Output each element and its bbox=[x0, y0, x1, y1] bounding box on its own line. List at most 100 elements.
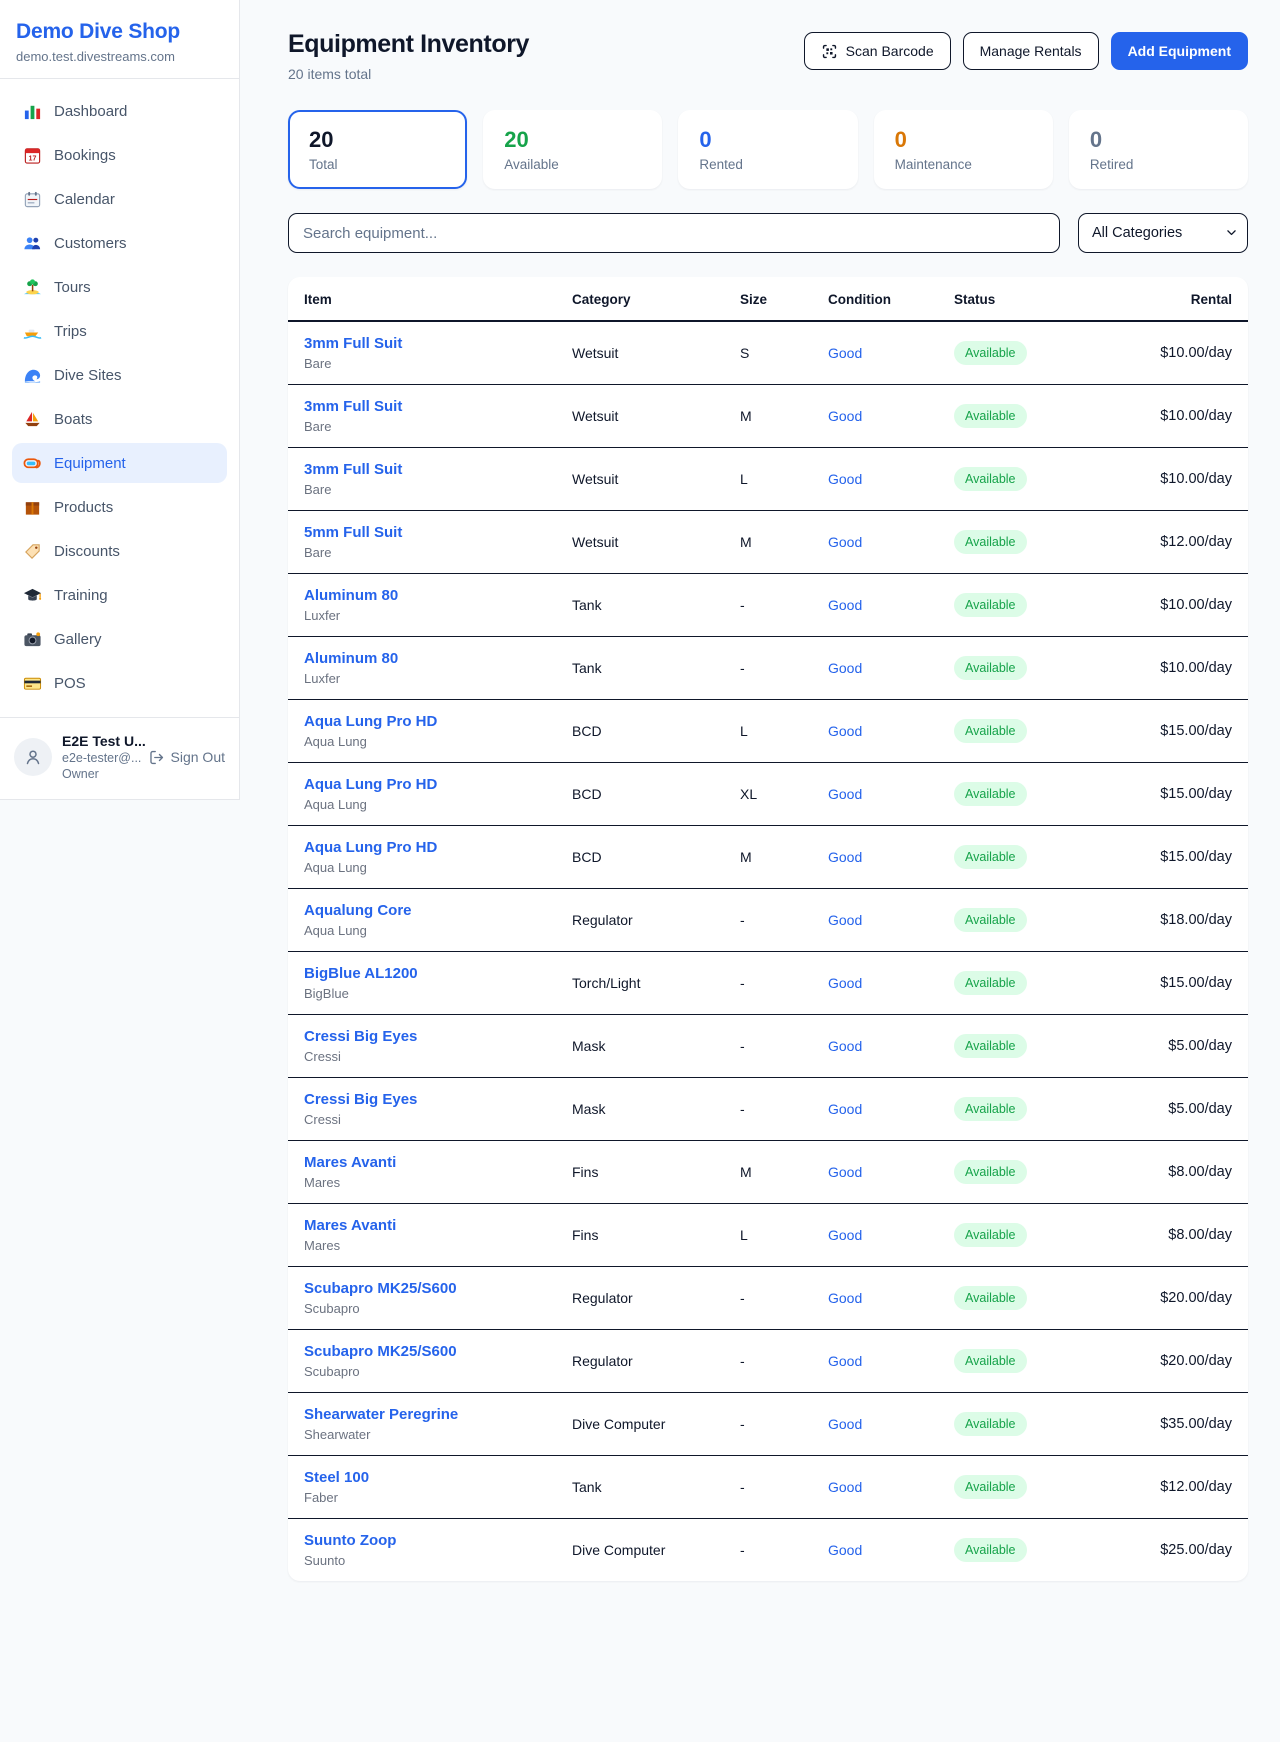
condition-link[interactable]: Good bbox=[828, 975, 862, 991]
sidebar-item-label: Dive Sites bbox=[54, 367, 122, 384]
sidebar-item-boats[interactable]: Boats bbox=[12, 399, 227, 439]
item-brand: Aqua Lung bbox=[304, 734, 540, 749]
table-row[interactable]: 5mm Full Suit Bare Wetsuit M Good Availa… bbox=[288, 511, 1248, 574]
item-name-link[interactable]: Aqua Lung Pro HD bbox=[304, 713, 540, 730]
table-row[interactable]: 3mm Full Suit Bare Wetsuit M Good Availa… bbox=[288, 385, 1248, 448]
item-name-link[interactable]: Aluminum 80 bbox=[304, 587, 540, 604]
sidebar-item-dashboard[interactable]: Dashboard bbox=[12, 91, 227, 131]
item-name-link[interactable]: 3mm Full Suit bbox=[304, 335, 540, 352]
condition-link[interactable]: Good bbox=[828, 1290, 862, 1306]
table-row[interactable]: Scubapro MK25/S600 Scubapro Regulator - … bbox=[288, 1267, 1248, 1330]
table-row[interactable]: Aqua Lung Pro HD Aqua Lung BCD M Good Av… bbox=[288, 826, 1248, 889]
stat-card-available[interactable]: 20 Available bbox=[483, 110, 662, 189]
sidebar-item-training[interactable]: Training bbox=[12, 575, 227, 615]
stat-card-total[interactable]: 20 Total bbox=[288, 110, 467, 189]
item-size: - bbox=[724, 1519, 812, 1582]
category-select[interactable]: All Categories bbox=[1078, 213, 1248, 253]
table-row[interactable]: BigBlue AL1200 BigBlue Torch/Light - Goo… bbox=[288, 952, 1248, 1015]
sidebar-item-calendar[interactable]: Calendar bbox=[12, 179, 227, 219]
condition-link[interactable]: Good bbox=[828, 849, 862, 865]
item-rental: $5.00/day bbox=[1106, 1078, 1248, 1141]
stat-card-maintenance[interactable]: 0 Maintenance bbox=[874, 110, 1053, 189]
table-row[interactable]: Cressi Big Eyes Cressi Mask - Good Avail… bbox=[288, 1015, 1248, 1078]
item-rental: $10.00/day bbox=[1106, 637, 1248, 700]
condition-link[interactable]: Good bbox=[828, 1164, 862, 1180]
status-badge: Available bbox=[954, 908, 1027, 932]
table-row[interactable]: Suunto Zoop Suunto Dive Computer - Good … bbox=[288, 1519, 1248, 1582]
item-name-link[interactable]: Shearwater Peregrine bbox=[304, 1406, 540, 1423]
status-badge: Available bbox=[954, 404, 1027, 428]
item-name-link[interactable]: Suunto Zoop bbox=[304, 1532, 540, 1549]
item-name-link[interactable]: Mares Avanti bbox=[304, 1154, 540, 1171]
sidebar-item-trips[interactable]: Trips bbox=[12, 311, 227, 351]
table-row[interactable]: Aluminum 80 Luxfer Tank - Good Available… bbox=[288, 574, 1248, 637]
condition-link[interactable]: Good bbox=[828, 660, 862, 676]
condition-link[interactable]: Good bbox=[828, 912, 862, 928]
column-header-rental: Rental bbox=[1106, 277, 1248, 321]
table-row[interactable]: Aqua Lung Pro HD Aqua Lung BCD L Good Av… bbox=[288, 700, 1248, 763]
sign-out-button[interactable]: Sign Out bbox=[148, 749, 225, 766]
item-name-link[interactable]: Scubapro MK25/S600 bbox=[304, 1343, 540, 1360]
table-row[interactable]: 3mm Full Suit Bare Wetsuit L Good Availa… bbox=[288, 448, 1248, 511]
sidebar-item-customers[interactable]: Customers bbox=[12, 223, 227, 263]
condition-link[interactable]: Good bbox=[828, 1101, 862, 1117]
condition-link[interactable]: Good bbox=[828, 408, 862, 424]
table-row[interactable]: Aluminum 80 Luxfer Tank - Good Available… bbox=[288, 637, 1248, 700]
sidebar-item-pos[interactable]: POS bbox=[12, 663, 227, 703]
stat-card-rented[interactable]: 0 Rented bbox=[678, 110, 857, 189]
item-name-link[interactable]: 3mm Full Suit bbox=[304, 398, 540, 415]
sidebar-item-discounts[interactable]: Discounts bbox=[12, 531, 227, 571]
table-row[interactable]: Cressi Big Eyes Cressi Mask - Good Avail… bbox=[288, 1078, 1248, 1141]
table-row[interactable]: 3mm Full Suit Bare Wetsuit S Good Availa… bbox=[288, 321, 1248, 385]
sidebar-item-bookings[interactable]: 17 Bookings bbox=[12, 135, 227, 175]
item-name-link[interactable]: Aqua Lung Pro HD bbox=[304, 839, 540, 856]
item-rental: $8.00/day bbox=[1106, 1141, 1248, 1204]
scan-barcode-button[interactable]: Scan Barcode bbox=[804, 32, 951, 70]
condition-link[interactable]: Good bbox=[828, 786, 862, 802]
table-row[interactable]: Aqualung Core Aqua Lung Regulator - Good… bbox=[288, 889, 1248, 952]
condition-link[interactable]: Good bbox=[828, 1353, 862, 1369]
stat-card-retired[interactable]: 0 Retired bbox=[1069, 110, 1248, 189]
condition-link[interactable]: Good bbox=[828, 723, 862, 739]
condition-link[interactable]: Good bbox=[828, 1227, 862, 1243]
item-name-link[interactable]: BigBlue AL1200 bbox=[304, 965, 540, 982]
condition-link[interactable]: Good bbox=[828, 345, 862, 361]
table-row[interactable]: Steel 100 Faber Tank - Good Available $1… bbox=[288, 1456, 1248, 1519]
table-row[interactable]: Mares Avanti Mares Fins L Good Available… bbox=[288, 1204, 1248, 1267]
add-equipment-button[interactable]: Add Equipment bbox=[1111, 32, 1248, 70]
item-name-link[interactable]: Mares Avanti bbox=[304, 1217, 540, 1234]
table-row[interactable]: Mares Avanti Mares Fins M Good Available… bbox=[288, 1141, 1248, 1204]
condition-link[interactable]: Good bbox=[828, 471, 862, 487]
condition-link[interactable]: Good bbox=[828, 534, 862, 550]
search-input[interactable] bbox=[288, 213, 1060, 253]
condition-link[interactable]: Good bbox=[828, 1479, 862, 1495]
stat-label: Rented bbox=[699, 157, 836, 172]
condition-link[interactable]: Good bbox=[828, 597, 862, 613]
island-icon bbox=[22, 277, 42, 297]
item-name-link[interactable]: Aqua Lung Pro HD bbox=[304, 776, 540, 793]
sidebar-item-tours[interactable]: Tours bbox=[12, 267, 227, 307]
manage-rentals-button[interactable]: Manage Rentals bbox=[963, 32, 1099, 70]
item-name-link[interactable]: Steel 100 bbox=[304, 1469, 540, 1486]
item-name-link[interactable]: Aqualung Core bbox=[304, 902, 540, 919]
stat-value: 20 bbox=[309, 127, 446, 153]
item-category: Dive Computer bbox=[556, 1393, 724, 1456]
status-badge: Available bbox=[954, 1475, 1027, 1499]
sidebar-item-label: Dashboard bbox=[54, 103, 127, 120]
item-name-link[interactable]: Aluminum 80 bbox=[304, 650, 540, 667]
sidebar-item-dive-sites[interactable]: Dive Sites bbox=[12, 355, 227, 395]
condition-link[interactable]: Good bbox=[828, 1416, 862, 1432]
condition-link[interactable]: Good bbox=[828, 1038, 862, 1054]
item-name-link[interactable]: Cressi Big Eyes bbox=[304, 1091, 540, 1108]
item-name-link[interactable]: 5mm Full Suit bbox=[304, 524, 540, 541]
sidebar-item-equipment[interactable]: Equipment bbox=[12, 443, 227, 483]
item-name-link[interactable]: Cressi Big Eyes bbox=[304, 1028, 540, 1045]
table-row[interactable]: Aqua Lung Pro HD Aqua Lung BCD XL Good A… bbox=[288, 763, 1248, 826]
sidebar-item-gallery[interactable]: Gallery bbox=[12, 619, 227, 659]
item-name-link[interactable]: Scubapro MK25/S600 bbox=[304, 1280, 540, 1297]
condition-link[interactable]: Good bbox=[828, 1542, 862, 1558]
item-name-link[interactable]: 3mm Full Suit bbox=[304, 461, 540, 478]
table-row[interactable]: Scubapro MK25/S600 Scubapro Regulator - … bbox=[288, 1330, 1248, 1393]
sidebar-item-products[interactable]: Products bbox=[12, 487, 227, 527]
table-row[interactable]: Shearwater Peregrine Shearwater Dive Com… bbox=[288, 1393, 1248, 1456]
